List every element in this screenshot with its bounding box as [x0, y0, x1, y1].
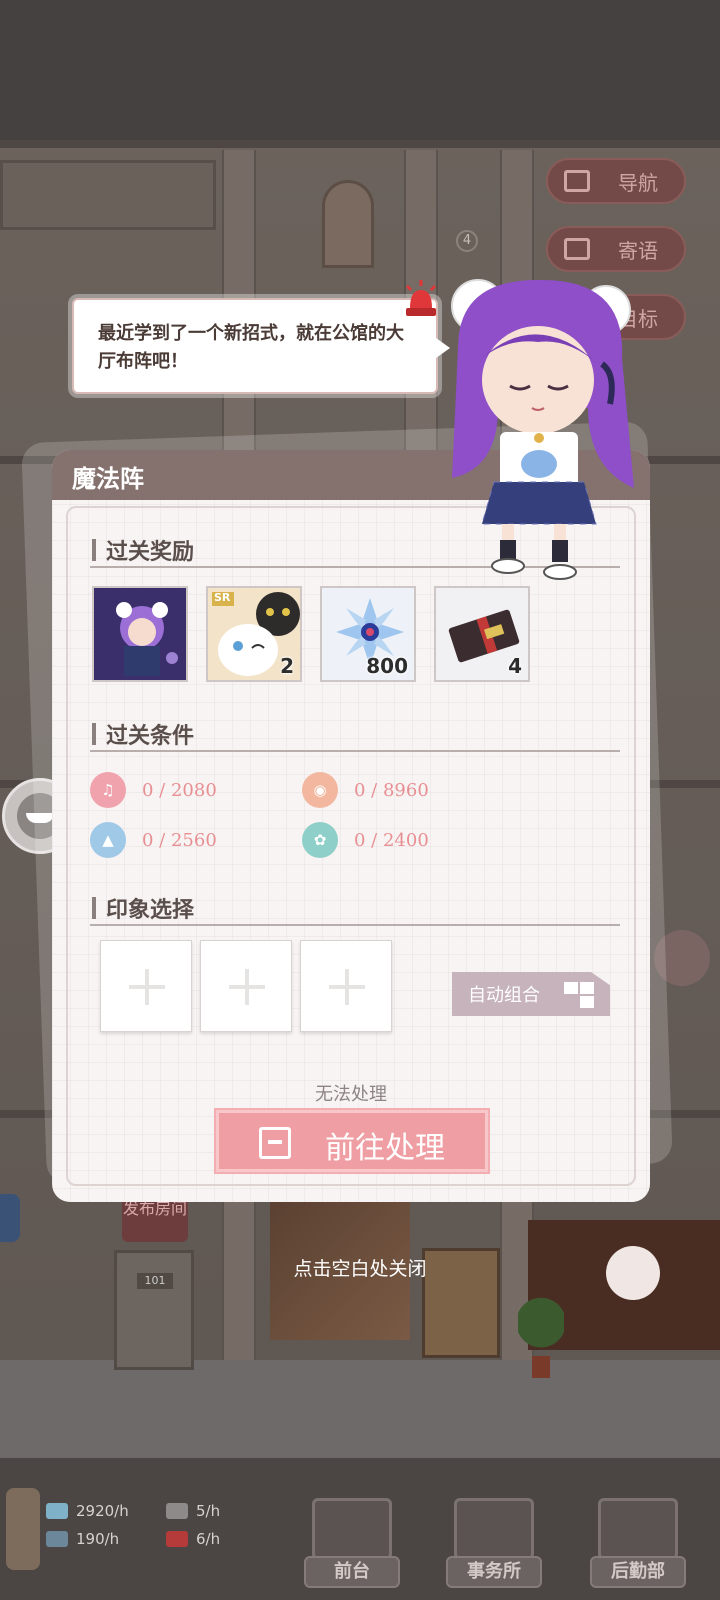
person-icon: ◉ — [302, 772, 338, 808]
lobby-floor — [0, 1360, 720, 1460]
resource-staff: 5/h — [166, 1502, 220, 1520]
reward-item[interactable] — [92, 586, 188, 682]
tab-front-desk[interactable]: 前台 — [304, 1498, 400, 1590]
dialog-title: 魔法阵 — [72, 464, 144, 493]
reward-count: 2 — [280, 654, 294, 678]
character-card-icon — [94, 588, 186, 680]
gift-icon — [166, 1531, 188, 1547]
left-side-tab[interactable] — [0, 1194, 20, 1242]
resource-book: 190/h — [46, 1530, 119, 1548]
plus-icon-stroke — [245, 969, 249, 1005]
condition-value: 0 / 8960 — [354, 779, 429, 801]
logistics-icon — [598, 1498, 678, 1560]
condition-value: 0 / 2400 — [354, 829, 429, 851]
impression-slot[interactable] — [300, 940, 392, 1032]
money-icon — [46, 1503, 68, 1519]
graduation-cap-icon: ▲ — [90, 822, 126, 858]
impression-slot[interactable] — [200, 940, 292, 1032]
resource-gift: 6/h — [166, 1530, 220, 1548]
chibi-character — [451, 279, 634, 580]
reward-item[interactable]: SR 2 — [206, 586, 302, 682]
resource-value: 190/h — [76, 1530, 120, 1548]
speech-text: 最近学到了一个新招式，就在公馆的大厅布阵吧！ — [98, 323, 404, 372]
nav-label: 寄语 — [618, 238, 658, 263]
tab-office[interactable]: 事务所 — [446, 1498, 542, 1590]
go-process-button[interactable]: 前往处理 — [216, 1110, 488, 1172]
tab-label: 后勤部 — [590, 1556, 686, 1588]
condition-row: ▲ 0 / 2560 — [90, 822, 217, 858]
cards-icon — [564, 982, 598, 1008]
resource-value: 6/h — [196, 1530, 221, 1548]
nav-button-message[interactable]: 寄语 — [546, 226, 686, 272]
cards-icon-part — [564, 982, 578, 994]
reward-count: 4 — [508, 654, 522, 678]
nav-label: 导航 — [618, 170, 658, 195]
office-icon — [454, 1498, 534, 1560]
go-process-label: 前往处理 — [325, 1131, 445, 1166]
alarm-siren-icon — [405, 280, 437, 316]
book-icon — [46, 1531, 68, 1547]
cards-icon-part — [580, 982, 594, 994]
section-divider — [90, 750, 620, 752]
reward-count: 800 — [366, 654, 408, 678]
close-hint[interactable]: 点击空白处关闭 — [0, 1254, 720, 1281]
sr-badge: SR — [214, 591, 231, 604]
map-icon — [564, 170, 590, 192]
conditions-title: 过关条件 — [92, 718, 194, 750]
resource-value: 5/h — [196, 1502, 221, 1520]
impression-slot[interactable] — [100, 940, 192, 1032]
plant-pot — [532, 1356, 550, 1378]
auto-combine-label: 自动组合 — [468, 985, 540, 1006]
room-sign[interactable]: 发布房间 — [122, 1198, 188, 1242]
plus-icon-stroke — [345, 969, 349, 1005]
flower-icon: ✿ — [302, 822, 338, 858]
speech-bubble: 最近学到了一个新招式，就在公馆的大厅布阵吧！ — [72, 298, 450, 394]
enter-arrow-icon — [259, 1127, 291, 1159]
rewards-title: 过关奖励 — [92, 534, 194, 566]
plus-icon-stroke — [145, 969, 149, 1005]
resource-money: 2920/h — [46, 1502, 129, 1520]
section-divider — [90, 924, 620, 926]
floor-number: 4 — [456, 230, 478, 252]
tab-label: 前台 — [304, 1556, 400, 1588]
reward-item[interactable]: 4 — [434, 586, 530, 682]
tab-label: 事务所 — [446, 1556, 542, 1588]
floor-divider — [0, 140, 720, 148]
condition-row: ♫ 0 / 2080 — [90, 772, 217, 808]
arched-window — [322, 180, 374, 268]
unable-status-text: 无法处理 — [315, 1084, 387, 1105]
reward-item[interactable]: 800 — [320, 586, 416, 682]
front-desk-icon — [312, 1498, 392, 1560]
resource-value: 2920/h — [76, 1502, 129, 1520]
impression-title: 印象选择 — [92, 892, 194, 924]
wall-panel — [0, 160, 216, 230]
condition-value: 0 / 2560 — [142, 829, 217, 851]
cards-icon-part — [580, 996, 594, 1008]
auto-combine-button[interactable]: 自动组合 — [452, 972, 610, 1016]
tab-logistics[interactable]: 后勤部 — [590, 1498, 686, 1590]
condition-row: ✿ 0 / 2400 — [302, 822, 429, 858]
condition-value: 0 / 2080 — [142, 779, 217, 801]
music-icon: ♫ — [90, 772, 126, 808]
nav-button-guide[interactable]: 导航 — [546, 158, 686, 204]
person-badge-icon — [166, 1503, 188, 1519]
condition-row: ◉ 0 / 8960 — [302, 772, 429, 808]
notebook-icon — [564, 238, 590, 260]
scroll-decoration — [6, 1488, 40, 1570]
top-void — [0, 0, 720, 140]
